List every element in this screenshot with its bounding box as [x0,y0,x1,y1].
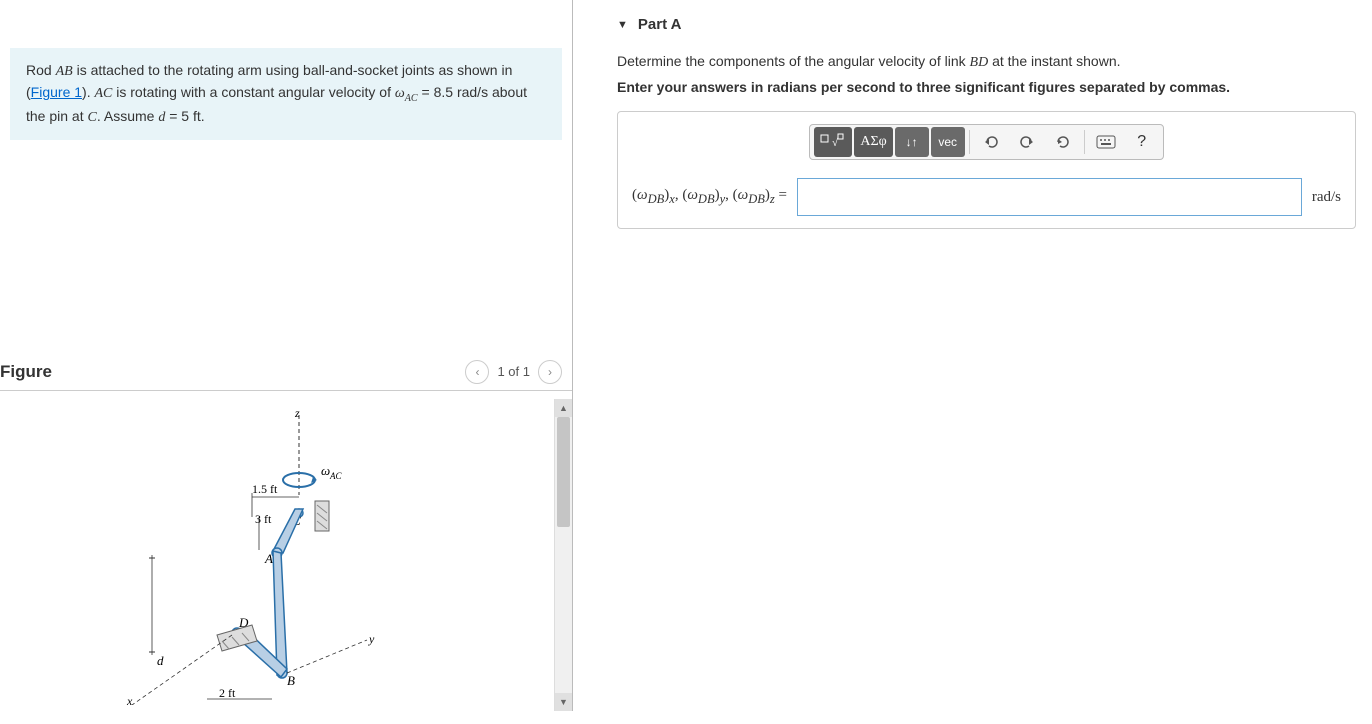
mechanism-diagram: z ω AC 1.5 ft [77,405,477,705]
help-button[interactable]: ? [1125,127,1159,157]
subscript-button[interactable]: ↓↑ [895,127,929,157]
figure-link[interactable]: Figure 1 [31,84,82,100]
c: C [88,110,97,125]
part-header[interactable]: ▼ Part A [617,16,1356,33]
figure-pager-text: 1 of 1 [497,364,530,379]
answer-input-row: (ωDB)x, (ωDB)y, (ωDB)z = rad/s [632,178,1341,216]
scroll-thumb[interactable] [557,417,570,527]
figure-header: Figure ‹ 1 of 1 › [0,360,572,391]
figure-image: z ω AC 1.5 ft [0,399,554,711]
figure-scrollbar[interactable]: ▲ ▼ [554,399,572,711]
text: Rod [26,62,56,78]
redo-button[interactable] [1010,127,1044,157]
omega-sub: AC [405,93,418,104]
svg-text:A: A [264,551,273,566]
figure-pager: ‹ 1 of 1 › [465,360,562,384]
greek-button[interactable]: ΑΣφ [854,127,892,157]
reset-icon [1055,134,1071,150]
answer-frame: √ ΑΣφ ↓↑ vec [617,111,1356,229]
scroll-track[interactable] [555,417,572,693]
figure-next-button[interactable]: › [538,360,562,384]
redo-icon [1019,134,1035,150]
svg-text:B: B [287,673,295,688]
figure-title: Figure [0,362,52,382]
svg-text:y: y [368,632,375,646]
text: . Assume [97,108,158,124]
instruction-1: Determine the components of the angular … [617,53,1356,71]
svg-text:AC: AC [329,471,342,481]
scroll-up-icon[interactable]: ▲ [555,399,572,417]
svg-text:ω: ω [321,463,330,478]
collapse-icon[interactable]: ▼ [617,19,628,31]
ac: AC [94,86,112,101]
omega: ω [395,86,405,101]
answer-prompt: (ωDB)x, (ωDB)y, (ωDB)z = [632,187,787,207]
rod-ab: AB [56,64,73,79]
svg-text:2 ft: 2 ft [219,686,236,700]
undo-icon [983,134,999,150]
figure-body: z ω AC 1.5 ft [0,391,572,711]
text: is rotating with a constant angular velo… [112,84,394,100]
undo-button[interactable] [974,127,1008,157]
answer-input[interactable] [797,178,1302,216]
instruction-2: Enter your answers in radians per second… [617,79,1356,95]
svg-text:x: x [126,694,133,705]
equation-toolbar: √ ΑΣφ ↓↑ vec [809,124,1163,160]
right-column: ▼ Part A Determine the components of the… [573,0,1372,711]
vec-button[interactable]: vec [931,127,965,157]
svg-text:z: z [294,406,300,420]
template-button[interactable]: √ [814,127,852,157]
reset-button[interactable] [1046,127,1080,157]
figure-prev-button[interactable]: ‹ [465,360,489,384]
svg-text:1.5 ft: 1.5 ft [252,482,278,496]
part-title: Part A [638,16,682,33]
left-column: Rod AB is attached to the rotating arm u… [0,0,573,711]
answer-unit: rad/s [1312,189,1341,206]
text: ). [82,84,94,100]
scroll-down-icon[interactable]: ▼ [555,693,572,711]
keyboard-icon [1096,135,1116,149]
svg-text:d: d [157,653,164,668]
text: = 5 ft. [165,108,204,124]
keyboard-button[interactable] [1089,127,1123,157]
problem-statement: Rod AB is attached to the rotating arm u… [10,48,562,140]
svg-text:3 ft: 3 ft [255,512,272,526]
